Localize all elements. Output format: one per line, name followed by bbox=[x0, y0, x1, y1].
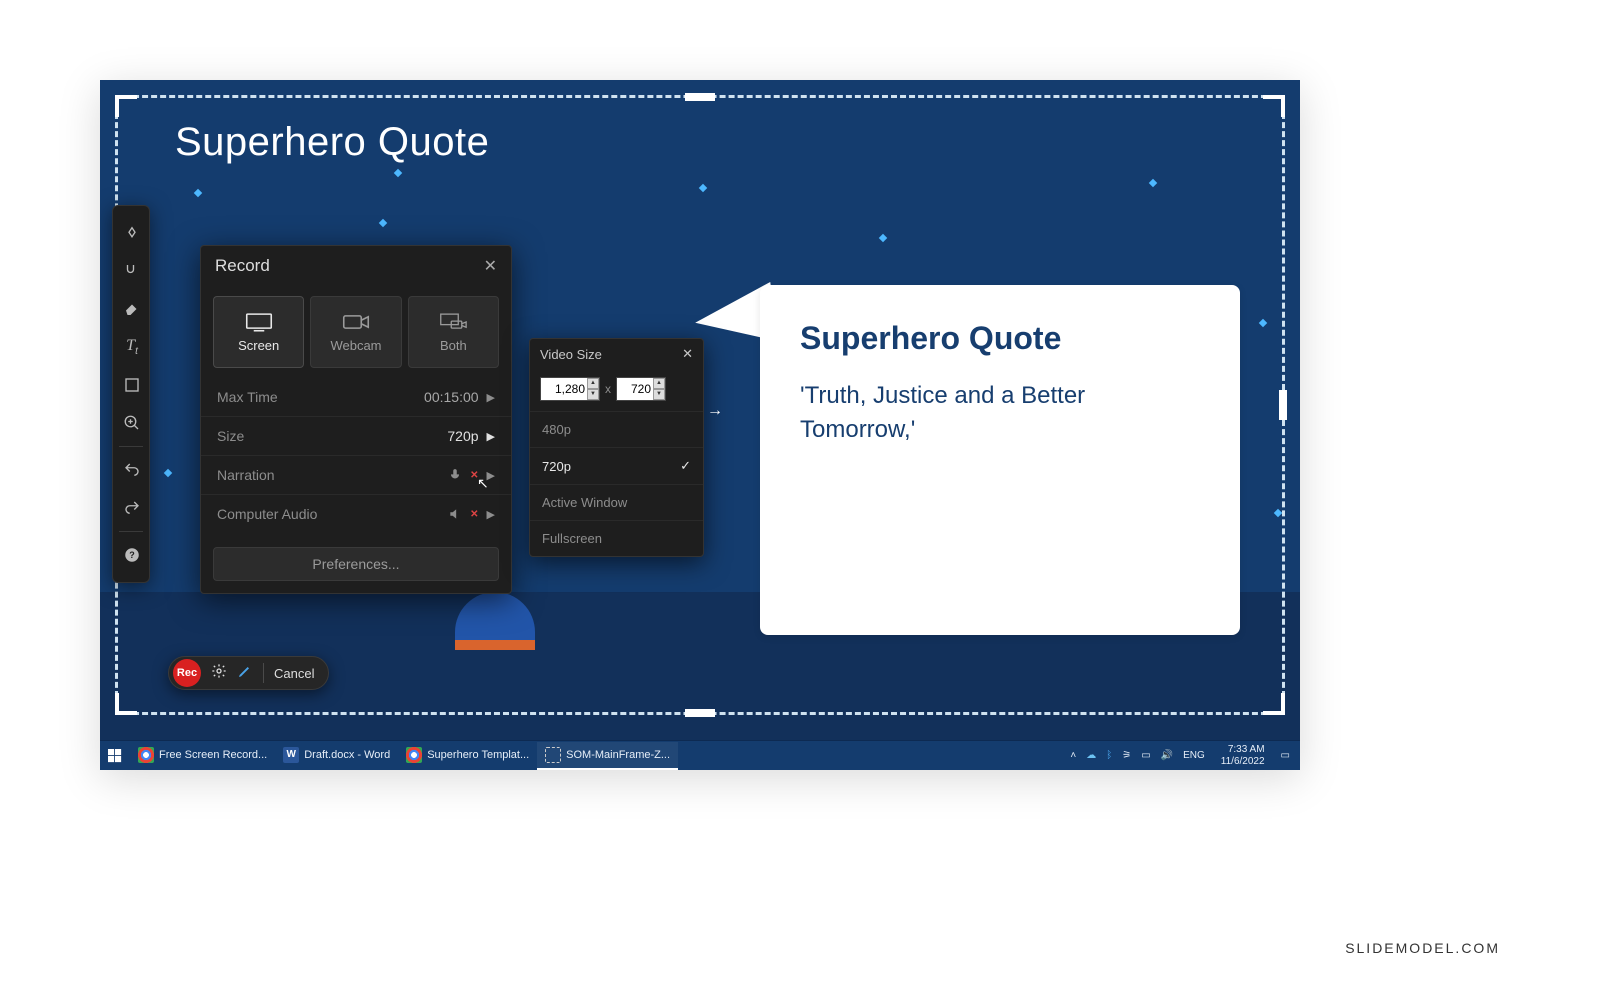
start-button[interactable] bbox=[100, 741, 130, 771]
clock-time: 7:33 AM bbox=[1221, 744, 1265, 756]
card-body: 'Truth, Justice and a Better Tomorrow,' bbox=[800, 379, 1200, 446]
taskbar-item-word[interactable]: W Draft.docx - Word bbox=[275, 742, 398, 770]
record-button[interactable]: Rec bbox=[173, 659, 201, 687]
maxtime-label: Max Time bbox=[217, 389, 278, 405]
height-input[interactable]: 720 ▲▼ bbox=[616, 377, 666, 401]
taskbar-item-chrome[interactable]: Free Screen Record... bbox=[130, 742, 275, 770]
check-icon: ✓ bbox=[680, 458, 691, 474]
wifi-icon[interactable]: ⚞ bbox=[1122, 750, 1131, 761]
shape-tool-icon[interactable] bbox=[113, 366, 151, 404]
maxtime-row[interactable]: Max Time 00:15:00 ▶ bbox=[201, 378, 511, 416]
chevron-right-icon: ▶ bbox=[487, 391, 495, 404]
narration-label: Narration bbox=[217, 467, 275, 483]
preferences-button[interactable]: Preferences... bbox=[213, 547, 499, 581]
spinner-icon[interactable]: ▲▼ bbox=[653, 378, 665, 400]
arrow-right-icon[interactable]: → bbox=[707, 402, 725, 420]
maxtime-value: 00:15:00 bbox=[424, 389, 479, 405]
source-both-label: Both bbox=[440, 338, 467, 353]
video-size-title: Video Size bbox=[540, 347, 602, 362]
notifications-icon[interactable]: ▭ bbox=[1281, 750, 1290, 761]
width-value: 1,280 bbox=[541, 382, 587, 396]
size-option-fullscreen[interactable]: Fullscreen bbox=[530, 520, 703, 556]
taskbar-item-chrome2[interactable]: Superhero Templat... bbox=[398, 742, 537, 770]
spinner-icon[interactable]: ▲▼ bbox=[587, 378, 599, 400]
source-both-button[interactable]: Both bbox=[408, 296, 499, 368]
zoom-tool-icon[interactable] bbox=[113, 404, 151, 442]
disabled-x-icon: ✕ bbox=[470, 509, 478, 520]
narration-row[interactable]: Narration ✕ ▶ bbox=[201, 455, 511, 494]
tray-chevron-icon[interactable]: ˄ bbox=[1070, 750, 1076, 761]
size-label: Size bbox=[217, 428, 244, 444]
pen-tool-icon[interactable] bbox=[113, 214, 151, 252]
video-size-popup: Video Size ✕ 1,280 ▲▼ x 720 ▲▼ 480p 720p… bbox=[529, 338, 704, 557]
microphone-icon bbox=[448, 468, 462, 482]
eraser-tool-icon[interactable] bbox=[113, 290, 151, 328]
gear-icon[interactable] bbox=[211, 663, 227, 684]
record-panel-title: Record bbox=[215, 256, 270, 276]
redo-icon[interactable] bbox=[113, 489, 151, 527]
watermark: SLIDEMODEL.COM bbox=[1345, 940, 1500, 956]
chrome-icon bbox=[138, 747, 154, 763]
onedrive-icon[interactable]: ☁ bbox=[1086, 750, 1096, 761]
width-input[interactable]: 1,280 ▲▼ bbox=[540, 377, 600, 401]
card-heading: Superhero Quote bbox=[800, 320, 1200, 357]
quote-card: Superhero Quote 'Truth, Justice and a Be… bbox=[760, 285, 1240, 635]
chrome-icon bbox=[406, 747, 422, 763]
volume-icon[interactable]: 🔊 bbox=[1161, 750, 1173, 761]
size-value: 720p bbox=[447, 428, 478, 444]
text-tool-icon[interactable]: Tt bbox=[113, 328, 151, 366]
computer-audio-row[interactable]: Computer Audio ✕ ▶ bbox=[201, 494, 511, 533]
taskbar-label: SOM-MainFrame-Z... bbox=[566, 749, 670, 761]
dimension-separator: x bbox=[605, 382, 611, 396]
clock-date: 11/6/2022 bbox=[1221, 756, 1265, 768]
undo-icon[interactable] bbox=[113, 451, 151, 489]
language-indicator[interactable]: ENG bbox=[1183, 750, 1205, 761]
source-webcam-button[interactable]: Webcam bbox=[310, 296, 401, 368]
size-option-480p[interactable]: 480p bbox=[530, 411, 703, 447]
close-icon[interactable]: ✕ bbox=[484, 256, 497, 276]
recorder-icon bbox=[545, 747, 561, 763]
height-value: 720 bbox=[617, 382, 653, 396]
record-panel: Record ✕ Screen Webcam Both bbox=[200, 245, 512, 594]
size-option-720p[interactable]: 720p✓ bbox=[530, 447, 703, 484]
cancel-button[interactable]: Cancel bbox=[274, 666, 314, 681]
taskbar-item-recorder[interactable]: SOM-MainFrame-Z... bbox=[537, 742, 678, 770]
desktop-background: Superhero Quote Superhero Quote 'Truth, … bbox=[100, 80, 1300, 770]
close-icon[interactable]: ✕ bbox=[682, 346, 693, 362]
chevron-right-icon: ▶ bbox=[487, 430, 495, 443]
taskbar-label: Draft.docx - Word bbox=[304, 749, 390, 761]
taskbar-label: Superhero Templat... bbox=[427, 749, 529, 761]
record-control-bar: Rec Cancel bbox=[168, 656, 329, 690]
source-screen-label: Screen bbox=[238, 338, 279, 353]
pencil-icon[interactable] bbox=[237, 663, 253, 684]
highlighter-tool-icon[interactable] bbox=[113, 252, 151, 290]
size-row[interactable]: Size 720p ▶ bbox=[201, 416, 511, 455]
size-option-active-window[interactable]: Active Window bbox=[530, 484, 703, 520]
disabled-x-icon: ✕ bbox=[470, 470, 478, 481]
svg-text:?: ? bbox=[129, 550, 135, 560]
windows-taskbar: Free Screen Record... W Draft.docx - Wor… bbox=[100, 740, 1300, 770]
source-screen-button[interactable]: Screen bbox=[213, 296, 304, 368]
taskbar-label: Free Screen Record... bbox=[159, 749, 267, 761]
battery-icon[interactable]: ▭ bbox=[1141, 750, 1150, 761]
computer-audio-label: Computer Audio bbox=[217, 506, 317, 522]
help-icon[interactable]: ? bbox=[113, 536, 151, 574]
chevron-right-icon: ▶ bbox=[487, 508, 495, 521]
slide-title: Superhero Quote bbox=[175, 120, 489, 165]
chevron-right-icon: ▶ bbox=[487, 469, 495, 482]
speaker-icon bbox=[448, 507, 462, 521]
annotation-palette: Tt ? bbox=[112, 205, 150, 583]
word-icon: W bbox=[283, 747, 299, 763]
bluetooth-icon[interactable]: ᛒ bbox=[1106, 750, 1112, 761]
clock[interactable]: 7:33 AM 11/6/2022 bbox=[1215, 744, 1271, 768]
source-webcam-label: Webcam bbox=[330, 338, 381, 353]
